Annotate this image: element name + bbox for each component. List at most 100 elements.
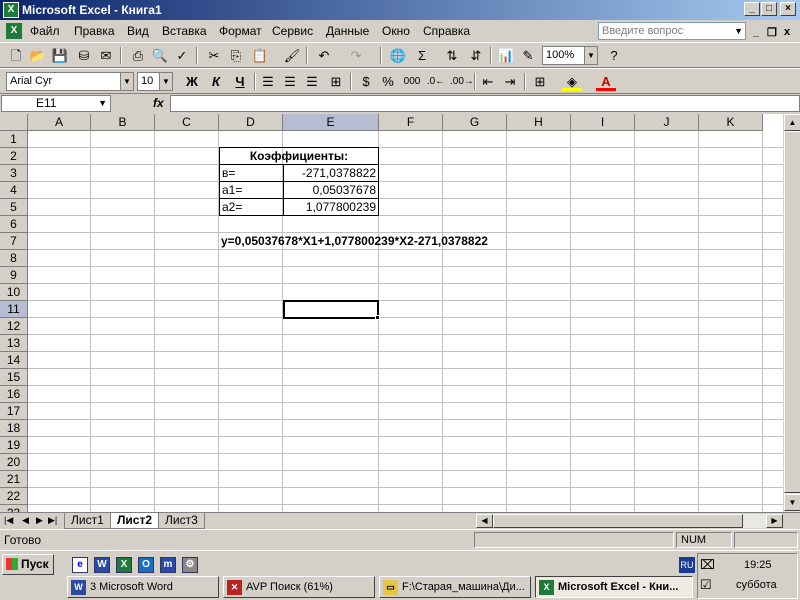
- column-header-K[interactable]: K: [699, 114, 763, 131]
- antivirus-tray-icon[interactable]: ⌧: [700, 557, 715, 573]
- column-header-E[interactable]: E: [283, 114, 379, 131]
- percent-button[interactable]: %: [378, 72, 398, 91]
- menu-tools[interactable]: Сервис: [272, 24, 313, 38]
- column-header-A[interactable]: A: [28, 114, 91, 131]
- excel-icon[interactable]: X: [116, 557, 132, 573]
- menu-help[interactable]: Справка: [423, 24, 470, 38]
- column-header-I[interactable]: I: [571, 114, 635, 131]
- sheet-tab-1[interactable]: Лист1: [64, 513, 111, 529]
- taskbar-folder-button[interactable]: ▭ F:\Старая_машина\Ди...: [379, 576, 531, 598]
- fill-color-icon[interactable]: ◈: [562, 72, 582, 91]
- increase-decimal-icon[interactable]: .0←: [426, 72, 446, 91]
- row-header-7[interactable]: 7: [0, 233, 28, 250]
- horizontal-scrollbar[interactable]: ◀ ▶: [476, 514, 783, 528]
- internet-explorer-icon[interactable]: e: [72, 557, 88, 573]
- spelling-icon[interactable]: ✓: [172, 46, 192, 65]
- save-icon[interactable]: 💾: [50, 46, 70, 65]
- row-header-9[interactable]: 9: [0, 267, 28, 284]
- row-header-23[interactable]: 23: [0, 505, 28, 512]
- cell-E3[interactable]: -271,0378822: [283, 164, 379, 182]
- scroll-left-icon[interactable]: ◀: [476, 514, 493, 528]
- language-indicator[interactable]: RU: [679, 557, 695, 573]
- scroll-up-icon[interactable]: ▲: [784, 114, 800, 131]
- menu-edit[interactable]: Правка: [74, 24, 115, 38]
- row-header-1[interactable]: 1: [0, 131, 28, 148]
- taskbar-word-button[interactable]: W 3 Microsoft Word: [67, 576, 219, 598]
- bold-button[interactable]: Ж: [182, 72, 202, 91]
- name-box[interactable]: E11 ▼: [1, 95, 111, 112]
- print-icon[interactable]: ⎙: [128, 46, 148, 65]
- column-header-F[interactable]: F: [379, 114, 443, 131]
- column-header-D[interactable]: D: [219, 114, 283, 131]
- redo-icon[interactable]: ↷: [346, 46, 366, 65]
- underline-button[interactable]: Ч: [230, 72, 250, 91]
- menu-insert[interactable]: Вставка: [162, 24, 207, 38]
- merge-center-icon[interactable]: ⊞: [326, 72, 346, 91]
- last-sheet-icon[interactable]: ▶|: [48, 515, 57, 526]
- hyperlink-icon[interactable]: 🌐: [388, 46, 408, 65]
- chevron-down-icon[interactable]: ▼: [98, 96, 107, 111]
- row-header-13[interactable]: 13: [0, 335, 28, 352]
- chart-wizard-icon[interactable]: 📊: [496, 46, 516, 65]
- next-sheet-icon[interactable]: ▶: [36, 515, 43, 526]
- task-scheduler-tray-icon[interactable]: ☑: [700, 577, 712, 593]
- row-header-4[interactable]: 4: [0, 182, 28, 199]
- autosum-icon[interactable]: Σ: [412, 46, 432, 65]
- zoom-select[interactable]: 100% ▼: [542, 46, 598, 65]
- messenger-icon[interactable]: m: [160, 557, 176, 573]
- insert-function-icon[interactable]: fx: [153, 96, 164, 110]
- copy-icon[interactable]: ⎘: [226, 46, 246, 65]
- cut-icon[interactable]: ✂: [204, 46, 224, 65]
- formula-input[interactable]: [170, 95, 800, 112]
- network-icon[interactable]: ⚙: [182, 557, 198, 573]
- cell-D4[interactable]: а1=: [219, 181, 284, 199]
- row-header-18[interactable]: 18: [0, 420, 28, 437]
- decrease-indent-icon[interactable]: ⇤: [478, 72, 498, 91]
- currency-icon[interactable]: $: [356, 72, 376, 91]
- decrease-decimal-icon[interactable]: .00→: [450, 72, 474, 91]
- chevron-down-icon[interactable]: ▼: [159, 73, 172, 90]
- print-preview-icon[interactable]: 🔍: [150, 46, 170, 65]
- column-header-G[interactable]: G: [443, 114, 507, 131]
- drawing-icon[interactable]: ✎: [518, 46, 538, 65]
- row-header-10[interactable]: 10: [0, 284, 28, 301]
- italic-button[interactable]: К: [206, 72, 226, 91]
- cell-E4[interactable]: 0,05037678: [283, 181, 379, 199]
- sort-descending-icon[interactable]: ⇵: [466, 46, 486, 65]
- first-sheet-icon[interactable]: |◀: [4, 515, 13, 526]
- scroll-down-icon[interactable]: ▼: [784, 494, 800, 511]
- word-icon[interactable]: W: [94, 557, 110, 573]
- help-icon[interactable]: ?: [604, 46, 624, 65]
- minimize-button[interactable]: _: [744, 2, 760, 16]
- fill-handle[interactable]: [375, 315, 380, 320]
- permission-icon[interactable]: ⛁: [74, 46, 94, 65]
- row-header-17[interactable]: 17: [0, 403, 28, 420]
- doc-restore-button[interactable]: ❐: [767, 26, 777, 39]
- cell-D2[interactable]: Коэффициенты:: [219, 147, 379, 165]
- thousands-button[interactable]: 000: [400, 72, 424, 91]
- sheet-tab-2[interactable]: Лист2: [110, 513, 160, 529]
- increase-indent-icon[interactable]: ⇥: [500, 72, 520, 91]
- row-header-6[interactable]: 6: [0, 216, 28, 233]
- prev-sheet-icon[interactable]: ◀: [22, 515, 29, 526]
- row-header-16[interactable]: 16: [0, 386, 28, 403]
- menu-view[interactable]: Вид: [127, 24, 149, 38]
- doc-minimize-button[interactable]: _: [753, 26, 759, 38]
- column-header-H[interactable]: H: [507, 114, 571, 131]
- align-left-icon[interactable]: ☰: [258, 72, 278, 91]
- row-header-11[interactable]: 11: [0, 301, 28, 318]
- close-button[interactable]: ×: [780, 2, 796, 16]
- column-header-J[interactable]: J: [635, 114, 699, 131]
- chevron-down-icon[interactable]: ▼: [734, 23, 743, 39]
- vertical-scrollbar[interactable]: ▲ ▼: [783, 114, 800, 512]
- excel-app-icon[interactable]: X: [3, 2, 19, 18]
- cell-D5[interactable]: а2=: [219, 198, 284, 216]
- new-document-icon[interactable]: 🗋: [6, 46, 26, 65]
- row-header-12[interactable]: 12: [0, 318, 28, 335]
- outlook-icon[interactable]: O: [138, 557, 154, 573]
- maximize-button[interactable]: □: [761, 2, 777, 16]
- horizontal-scroll-thumb[interactable]: [493, 514, 743, 528]
- sheet-tab-3[interactable]: Лист3: [158, 513, 205, 529]
- cell-E5[interactable]: 1,077800239: [283, 198, 379, 216]
- worksheet-grid[interactable]: ABCDEFGHIJK 1 2 3 4 5 6 7 8 9 10 11 12 13 14 15 16 17 18 1…: [0, 114, 800, 512]
